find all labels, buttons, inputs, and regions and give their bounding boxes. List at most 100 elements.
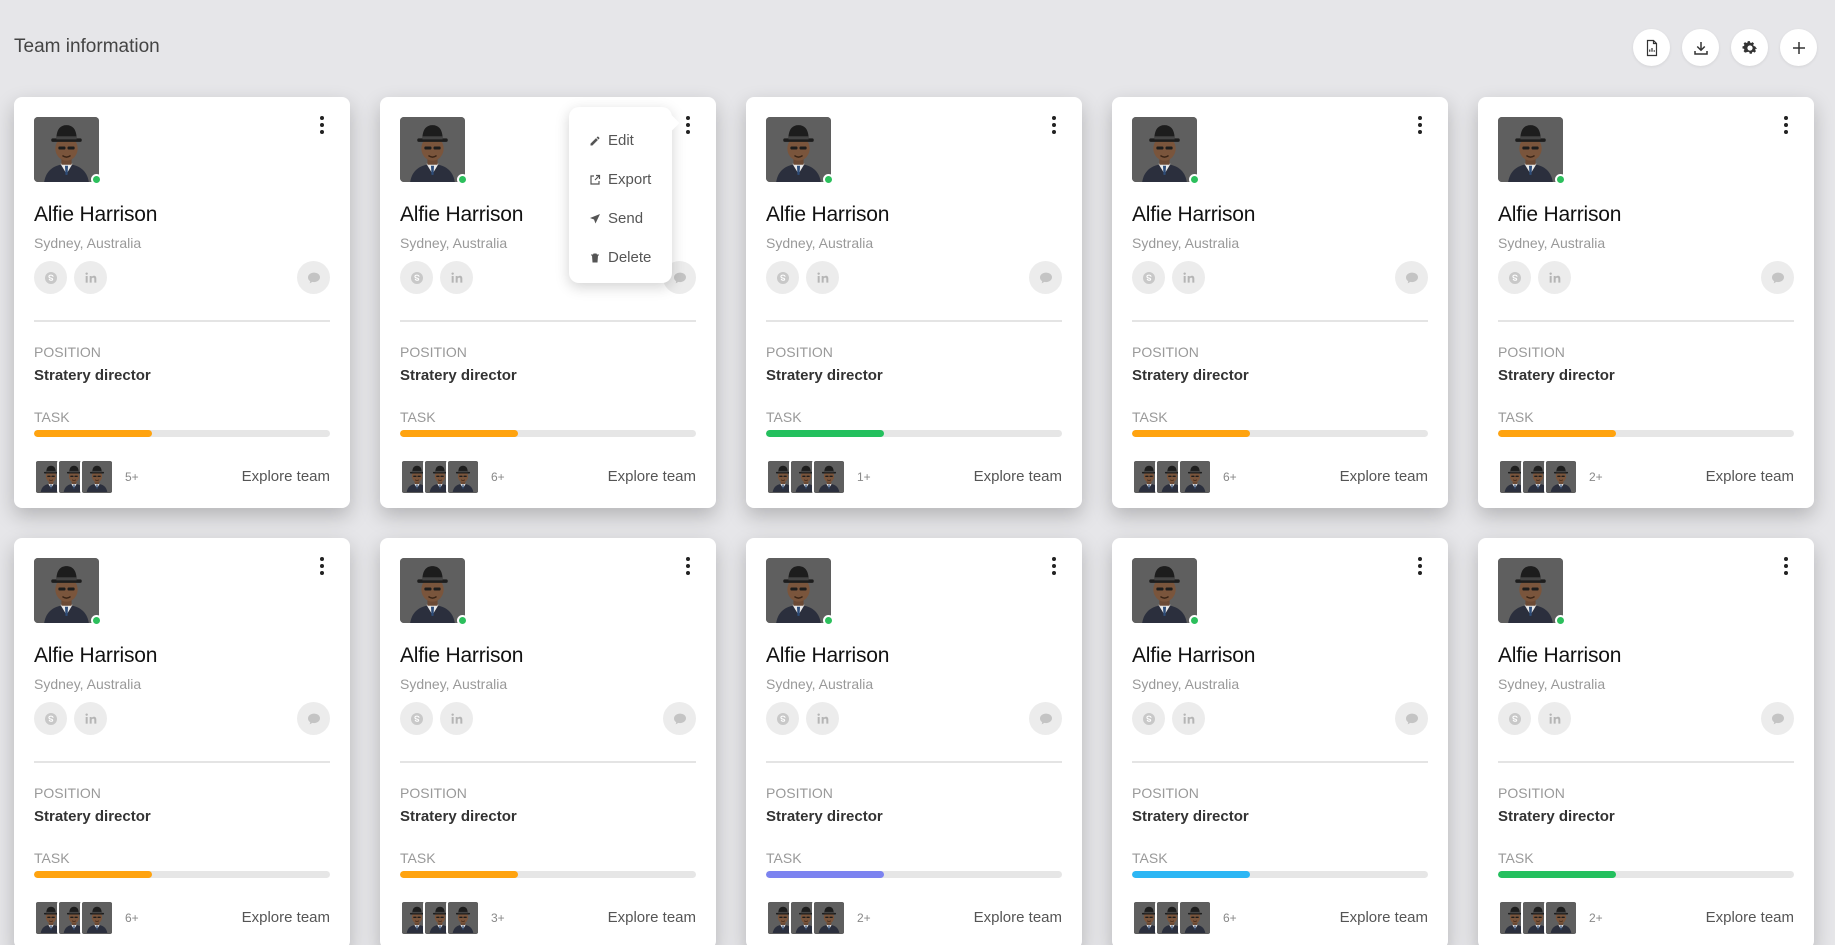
download-button[interactable]	[1682, 29, 1719, 66]
more-options-icon[interactable]	[1412, 556, 1428, 576]
chat-button[interactable]	[297, 261, 330, 294]
skype-button[interactable]	[766, 261, 799, 294]
chat-icon	[1405, 272, 1418, 283]
divider	[400, 761, 696, 763]
explore-team-link[interactable]: Explore team	[1706, 468, 1794, 485]
menu-item-delete[interactable]: Delete	[589, 238, 672, 277]
chat-button[interactable]	[297, 702, 330, 735]
more-options-icon[interactable]	[1046, 556, 1062, 576]
team-avatars[interactable]	[34, 459, 114, 495]
team-avatars[interactable]	[400, 459, 480, 495]
avatar[interactable]	[766, 558, 831, 623]
avatar[interactable]	[34, 117, 99, 182]
add-button[interactable]	[1780, 29, 1817, 66]
team-avatars[interactable]	[1498, 459, 1578, 495]
team-avatars[interactable]	[400, 900, 480, 936]
task-label: TASK	[400, 850, 436, 866]
skype-button[interactable]	[766, 702, 799, 735]
chat-button[interactable]	[663, 702, 696, 735]
card-footer: 2+ Explore team	[1498, 899, 1794, 937]
member-location: Sydney, Australia	[766, 235, 874, 251]
chat-button[interactable]	[1395, 261, 1428, 294]
linkedin-button[interactable]	[440, 702, 473, 735]
explore-team-link[interactable]: Explore team	[1340, 909, 1428, 926]
task-progress-fill	[766, 430, 885, 437]
chat-button[interactable]	[1029, 261, 1062, 294]
more-options-icon[interactable]	[314, 115, 330, 135]
avatar[interactable]	[400, 117, 465, 182]
avatar[interactable]	[1132, 117, 1197, 182]
report-button[interactable]	[1633, 29, 1670, 66]
linkedin-button[interactable]	[1538, 261, 1571, 294]
explore-team-link[interactable]: Explore team	[242, 468, 330, 485]
task-progress-fill	[34, 871, 153, 878]
settings-button[interactable]	[1731, 29, 1768, 66]
skype-button[interactable]	[1132, 702, 1165, 735]
position-value: Stratery director	[34, 367, 151, 384]
team-avatars[interactable]	[1498, 900, 1578, 936]
linkedin-button[interactable]	[1172, 702, 1205, 735]
more-options-icon[interactable]	[1412, 115, 1428, 135]
skype-button[interactable]	[34, 702, 67, 735]
linkedin-button[interactable]	[1172, 261, 1205, 294]
explore-team-link[interactable]: Explore team	[608, 909, 696, 926]
linkedin-button[interactable]	[806, 702, 839, 735]
team-avatars[interactable]	[1132, 459, 1212, 495]
linkedin-button[interactable]	[74, 261, 107, 294]
menu-item-edit[interactable]: Edit	[589, 121, 672, 160]
team-avatars[interactable]	[766, 459, 846, 495]
team-avatars[interactable]	[766, 900, 846, 936]
member-location: Sydney, Australia	[1498, 676, 1606, 692]
more-options-icon[interactable]	[1778, 115, 1794, 135]
chat-button[interactable]	[1761, 261, 1794, 294]
team-avatars[interactable]	[1132, 900, 1212, 936]
explore-team-link[interactable]: Explore team	[974, 468, 1062, 485]
more-options-icon[interactable]	[314, 556, 330, 576]
more-options-icon[interactable]	[1046, 115, 1062, 135]
team-card: Alfie Harrison Sydney, Australia POSITIO…	[746, 97, 1082, 508]
more-options-icon[interactable]	[1778, 556, 1794, 576]
menu-item-label: Edit	[608, 132, 634, 149]
linkedin-button[interactable]	[440, 261, 473, 294]
skype-button[interactable]	[1132, 261, 1165, 294]
menu-item-export[interactable]: Export	[589, 160, 672, 199]
chat-button[interactable]	[1029, 702, 1062, 735]
explore-team-link[interactable]: Explore team	[608, 468, 696, 485]
chat-button[interactable]	[1761, 702, 1794, 735]
team-avatars[interactable]	[34, 900, 114, 936]
linkedin-button[interactable]	[1538, 702, 1571, 735]
position-value: Stratery director	[34, 808, 151, 825]
linkedin-icon	[1182, 712, 1194, 724]
avatar[interactable]	[1132, 558, 1197, 623]
avatar[interactable]	[34, 558, 99, 623]
skype-button[interactable]	[1498, 261, 1531, 294]
task-progress-fill	[400, 871, 519, 878]
skype-button[interactable]	[400, 702, 433, 735]
linkedin-icon	[1548, 712, 1560, 724]
explore-team-link[interactable]: Explore team	[242, 909, 330, 926]
online-status-dot	[91, 615, 102, 626]
explore-team-link[interactable]: Explore team	[1340, 468, 1428, 485]
avatar[interactable]	[1498, 558, 1563, 623]
skype-button[interactable]	[400, 261, 433, 294]
menu-item-send[interactable]: Send	[589, 199, 672, 238]
explore-team-link[interactable]: Explore team	[1706, 909, 1794, 926]
online-status-dot	[457, 615, 468, 626]
skype-button[interactable]	[1498, 702, 1531, 735]
online-status-dot	[1189, 615, 1200, 626]
more-options-icon[interactable]	[680, 556, 696, 576]
avatar[interactable]	[1498, 117, 1563, 182]
linkedin-button[interactable]	[74, 702, 107, 735]
more-options-icon[interactable]	[680, 115, 696, 135]
linkedin-button[interactable]	[806, 261, 839, 294]
explore-team-link[interactable]: Explore team	[974, 909, 1062, 926]
member-name: Alfie Harrison	[766, 203, 890, 226]
skype-icon	[1508, 712, 1521, 725]
team-member-avatar	[446, 459, 480, 495]
chat-button[interactable]	[1395, 702, 1428, 735]
page-title: Team information	[14, 36, 160, 57]
avatar[interactable]	[400, 558, 465, 623]
skype-button[interactable]	[34, 261, 67, 294]
avatar[interactable]	[766, 117, 831, 182]
download-icon	[1693, 41, 1708, 55]
